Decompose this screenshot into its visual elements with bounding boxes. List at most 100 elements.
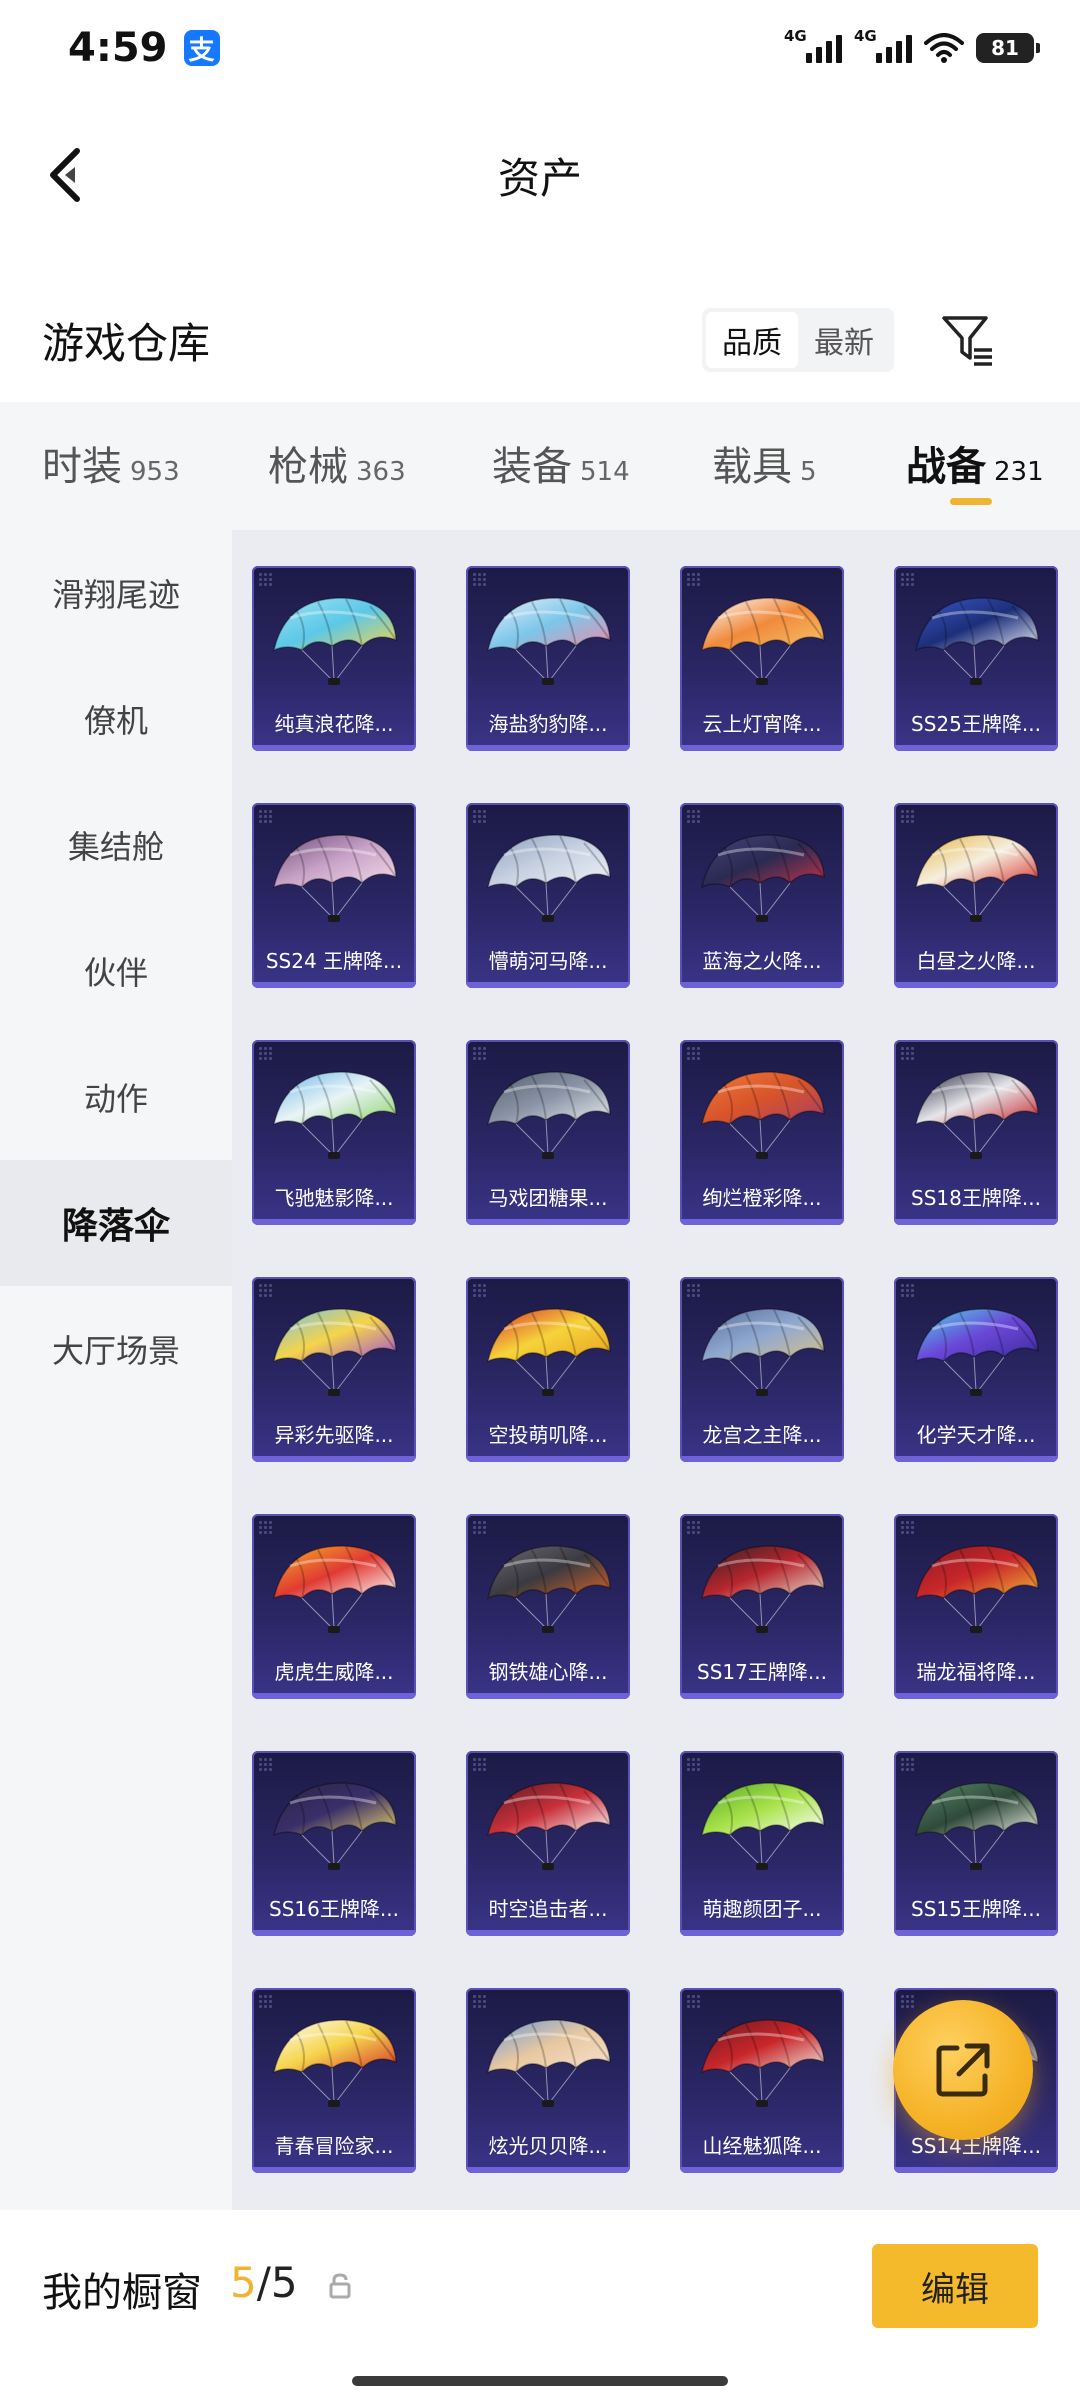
status-bar: 4:59 支 4G 4G 81 — [0, 0, 1080, 96]
parachute-icon — [272, 1782, 397, 1870]
parachute-icon — [914, 1782, 1039, 1870]
parachute-icon — [272, 2019, 397, 2107]
share-icon — [936, 2043, 990, 2097]
edit-button[interactable]: 编辑 — [872, 2244, 1038, 2328]
parachute-item-card[interactable]: 瑞龙福将降... — [894, 1514, 1058, 1699]
parachute-icon — [914, 1071, 1039, 1159]
sidebar-item-companion[interactable]: 伙伴 — [0, 908, 232, 1034]
parachute-item-card[interactable]: 青春冒险家... — [252, 1988, 416, 2173]
parachute-icon — [700, 1071, 825, 1159]
nav-header: 资产 — [0, 110, 1080, 240]
parachute-icon — [914, 834, 1039, 922]
sort-quality-option[interactable]: 品质 — [706, 312, 798, 368]
showcase-total-count: /5 — [256, 2258, 298, 2307]
parachute-icon — [700, 1308, 825, 1396]
parachute-item-card[interactable]: 时空追击者... — [466, 1751, 630, 1936]
item-name: SS24 王牌降... — [265, 949, 403, 973]
item-name: SS17王牌降... — [697, 1660, 827, 1684]
item-name: 飞驰魅影降... — [274, 1186, 394, 1210]
network-type-label: 4G — [784, 27, 807, 45]
parachute-item-card[interactable]: 萌趣颜团子... — [680, 1751, 844, 1936]
item-name: 炫光贝贝降... — [488, 2134, 608, 2158]
parachute-icon — [486, 1071, 611, 1159]
item-name: SS18王牌降... — [911, 1186, 1041, 1210]
item-name: 化学天才降... — [916, 1423, 1036, 1447]
tab-count: 5 — [800, 457, 817, 487]
status-indicators: 4G 4G 81 — [784, 27, 1040, 63]
parachute-icon — [272, 834, 397, 922]
warehouse-row: 游戏仓库 品质 最新 — [0, 290, 1080, 390]
share-button[interactable] — [893, 2000, 1033, 2140]
item-name: SS15王牌降... — [911, 1897, 1041, 1921]
parachute-icon — [486, 597, 611, 685]
tab-fashion[interactable]: 时装 953 — [42, 434, 180, 492]
tab-count: 363 — [356, 457, 406, 487]
tab-label: 装备 — [492, 444, 572, 490]
parachute-item-card[interactable]: 异彩先驱降... — [252, 1277, 416, 1462]
item-name: 懵萌河马降... — [488, 949, 608, 973]
parachute-item-card[interactable]: 蓝海之火降... — [680, 803, 844, 988]
parachute-item-card[interactable]: 纯真浪花降... — [252, 566, 416, 751]
active-tab-indicator — [950, 498, 992, 505]
parachute-item-card[interactable]: SS16王牌降... — [252, 1751, 416, 1936]
battery-icon: 81 — [976, 33, 1040, 63]
tab-equipment[interactable]: 装备 514 — [492, 434, 630, 492]
parachute-item-card[interactable]: SS25王牌降... — [894, 566, 1058, 751]
parachute-item-card[interactable]: 云上灯宵降... — [680, 566, 844, 751]
parachute-item-card[interactable]: 炫光贝贝降... — [466, 1988, 630, 2173]
sidebar-item-emote[interactable]: 动作 — [0, 1034, 232, 1160]
sidebar-item-wingman[interactable]: 僚机 — [0, 656, 232, 782]
tab-label: 时装 — [42, 444, 122, 490]
sidebar-item-parachute[interactable]: 降落伞 — [0, 1160, 232, 1286]
tab-count: 514 — [580, 457, 630, 487]
parachute-item-card[interactable]: 懵萌河马降... — [466, 803, 630, 988]
parachute-icon — [914, 1308, 1039, 1396]
item-name: 钢铁雄心降... — [488, 1660, 608, 1684]
sort-newest-option[interactable]: 最新 — [798, 312, 890, 368]
parachute-item-card[interactable]: 海盐豹豹降... — [466, 566, 630, 751]
tab-battle-gear[interactable]: 战备 231 — [906, 434, 1044, 492]
sidebar-item-lobby-scene[interactable]: 大厅场景 — [0, 1286, 232, 1412]
sidebar-item-glide-trail[interactable]: 滑翔尾迹 — [0, 530, 232, 656]
parachute-icon — [486, 1545, 611, 1633]
parachute-item-card[interactable]: 空投萌叽降... — [466, 1277, 630, 1462]
parachute-item-card[interactable]: SS17王牌降... — [680, 1514, 844, 1699]
tab-vehicles[interactable]: 载具 5 — [712, 434, 817, 492]
parachute-item-card[interactable]: SS18王牌降... — [894, 1040, 1058, 1225]
item-name: SS16王牌降... — [269, 1897, 399, 1921]
item-name: 蓝海之火降... — [702, 949, 822, 973]
status-time: 4:59 — [68, 25, 168, 71]
parachute-item-card[interactable]: 钢铁雄心降... — [466, 1514, 630, 1699]
sidebar-item-rally-pod[interactable]: 集结舱 — [0, 782, 232, 908]
back-button[interactable] — [30, 140, 100, 210]
parachute-item-card[interactable]: 龙宫之主降... — [680, 1277, 844, 1462]
parachute-item-card[interactable]: 山经魅狐降... — [680, 1988, 844, 2173]
item-name: 异彩先驱降... — [274, 1423, 394, 1447]
parachute-item-card[interactable]: 马戏团糖果... — [466, 1040, 630, 1225]
item-grid-area: 纯真浪花降... 海盐豹豹降... 云上灯宵降... SS25王牌降... SS24 王… — [232, 530, 1080, 2210]
parachute-icon — [272, 1071, 397, 1159]
tab-label: 战备 — [906, 444, 986, 490]
tab-weapons[interactable]: 枪械 363 — [268, 434, 406, 492]
category-tabs: 时装 953 枪械 363 装备 514 载具 5 战备 231 — [0, 402, 1080, 530]
parachute-item-card[interactable]: SS24 王牌降... — [252, 803, 416, 988]
page-title: 资产 — [497, 153, 582, 203]
item-name: 虎虎生威降... — [274, 1660, 394, 1684]
warehouse-title: 游戏仓库 — [42, 318, 211, 368]
parachute-icon — [700, 1545, 825, 1633]
tab-count: 231 — [994, 457, 1044, 487]
parachute-item-card[interactable]: 化学天才降... — [894, 1277, 1058, 1462]
tab-label: 载具 — [712, 444, 792, 490]
filter-icon[interactable] — [940, 312, 996, 368]
parachute-item-card[interactable]: 白昼之火降... — [894, 803, 1058, 988]
parachute-icon — [700, 2019, 825, 2107]
home-indicator — [352, 2376, 728, 2386]
signal-icon: 4G — [784, 27, 842, 63]
parachute-item-card[interactable]: 绚烂橙彩降... — [680, 1040, 844, 1225]
parachute-item-card[interactable]: SS15王牌降... — [894, 1751, 1058, 1936]
parachute-item-card[interactable]: 虎虎生威降... — [252, 1514, 416, 1699]
app-root: 4:59 支 4G 4G 81 资产 游戏仓库 品质 最新 时装 953 枪械 … — [0, 0, 1080, 2400]
parachute-icon — [272, 597, 397, 685]
parachute-item-card[interactable]: 飞驰魅影降... — [252, 1040, 416, 1225]
item-name: 海盐豹豹降... — [488, 712, 608, 736]
